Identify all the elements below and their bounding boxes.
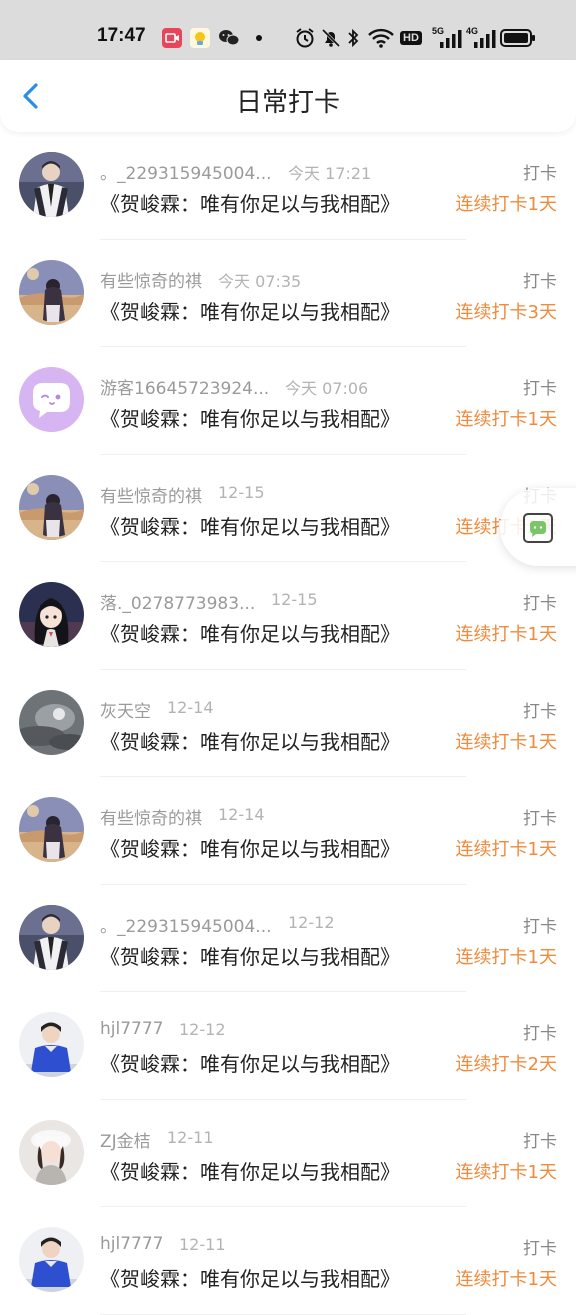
chat-bubble-avatar[interactable] [19,367,84,432]
checkin-label: 打卡 [523,1131,557,1152]
checkin-time: 12-14 [167,697,214,717]
checkin-row[interactable]: 有些惊奇的祺12-15《贺峻霖：唯有你足以与我相配》打卡连续打卡1天 [0,455,576,562]
app-notification-icon [190,28,210,48]
streak-badge: 连续打卡1天 [455,194,557,215]
checkin-label: 打卡 [523,379,557,399]
checkin-row[interactable]: 。_229315945004... 今天 17:21 《贺峻霖：唯有你足以与我相配》… [0,132,576,240]
checkin-row[interactable]: 有些惊奇的祺 今天 07:35 《贺峻霖：唯有你足以与我相配》 打卡连续打卡3天 [0,240,576,347]
book-title[interactable]: 《贺峻霖：唯有你足以与我相配》 [100,1263,400,1292]
book-title[interactable]: 《贺峻霖：唯有你足以与我相配》 [100,618,400,647]
boy-blue-shirt-avatar[interactable] [19,1227,84,1292]
checkin-time: 12-12 [179,1020,226,1039]
hd-label: HD [400,31,422,45]
checkin-label: 打卡 [523,1024,557,1044]
book-title[interactable]: 《贺峻霖：唯有你足以与我相配》 [100,403,400,432]
user-name[interactable]: hjl7777 [100,1019,163,1039]
screen-record-icon [162,28,182,48]
anime-girl-sky-avatar[interactable] [19,475,84,540]
checkin-list: 。_229315945004... 今天 17:21 《贺峻霖：唯有你足以与我相配》… [0,132,576,1315]
checkin-row[interactable]: 。_229315945004... 12-12 《贺峻霖：唯有你足以与我相配》 打卡连… [0,885,576,992]
book-title[interactable]: 《贺峻霖：唯有你足以与我相配》 [100,296,400,325]
portrait-boy-suit-avatar[interactable] [19,152,84,217]
book-title[interactable]: 《贺峻霖：唯有你足以与我相配》 [100,511,400,540]
checkin-label: 打卡 [523,1239,557,1259]
signal-5g-icon: 5G [432,26,462,48]
checkin-time: 今天 07:35 [218,271,302,291]
cartoon-girl-avatar[interactable] [19,582,84,647]
book-title[interactable]: 《贺峻霖：唯有你足以与我相配》 [100,941,400,970]
mute-icon [320,28,342,48]
streak-badge: 连续打卡1天 [455,624,557,645]
book-title[interactable]: 《贺峻霖：唯有你足以与我相配》 [100,1048,400,1077]
checkin-row[interactable]: hjl7777 12-12 《贺峻霖：唯有你足以与我相配》 打卡连续打卡2天 [0,992,576,1100]
checkin-label: 打卡 [523,916,557,937]
user-name[interactable]: ZJ金桔 [100,1127,151,1152]
streak-badge: 连续打卡2天 [455,1054,557,1075]
girl-white-hat-avatar[interactable] [19,1120,84,1185]
checkin-label: 打卡 [523,594,557,614]
book-title[interactable]: 《贺峻霖：唯有你足以与我相配》 [100,833,400,862]
streak-badge: 连续打卡1天 [455,839,557,860]
streak-badge: 连续打卡1天 [455,1269,557,1290]
hd-icon: HD [400,28,422,48]
page-title: 日常打卡 [235,88,340,118]
book-title[interactable]: 《贺峻霖：唯有你足以与我相配》 [100,188,400,217]
floating-chat-button[interactable] [500,488,576,566]
anime-girl-sky-avatar[interactable] [19,797,84,862]
book-title[interactable]: 《贺峻霖：唯有你足以与我相配》 [100,1156,400,1185]
book-title[interactable]: 《贺峻霖：唯有你足以与我相配》 [100,726,400,755]
battery-icon [500,28,536,48]
checkin-row[interactable]: 有些惊奇的祺 12-14 《贺峻霖：唯有你足以与我相配》 打卡连续打卡1天 [0,777,576,885]
wechat-icon [218,28,240,48]
checkin-time: 12-12 [288,912,335,932]
boy-blue-shirt-avatar[interactable] [19,1012,84,1077]
user-name[interactable]: 有些惊奇的祺 [100,267,202,292]
checkin-time: 12-15 [218,482,265,502]
user-name[interactable]: 游客16645723924... [100,374,269,399]
checkin-row[interactable]: 游客16645723924... 今天 07:06 《贺峻霖：唯有你足以与我相配》 打… [0,347,576,455]
user-name[interactable]: 。_229315945004... [100,912,272,937]
streak-badge: 连续打卡1天 [455,409,557,430]
status-time: 17:47 [97,25,146,46]
checkin-label: 打卡 [523,701,557,722]
page-header: 日常打卡 [0,60,576,132]
user-name[interactable]: hjl7777 [100,1234,163,1254]
dot-icon [254,28,264,48]
wifi-icon [368,28,394,48]
checkin-time: 今天 17:21 [288,164,372,183]
bluetooth-icon [346,28,360,48]
anime-girl-sky-avatar[interactable] [19,260,84,325]
user-name[interactable]: 落._0278773983... [100,589,255,614]
user-name[interactable]: 。_229315945004... [100,159,272,184]
checkin-row[interactable]: 落._0278773983... 12-15 《贺峻霖：唯有你足以与我相配》 打卡连续… [0,562,576,670]
row-divider [100,1313,466,1315]
alarm-icon [294,28,316,48]
checkin-row[interactable]: ZJ金桔 12-11 《贺峻霖：唯有你足以与我相配》 打卡连续打卡1天 [0,1100,576,1207]
status-bar: 17:47 HD 5G 4G [0,0,576,60]
checkin-label: 打卡 [523,809,557,829]
checkin-label: 打卡 [523,271,557,292]
streak-badge: 连续打卡1天 [455,1161,557,1183]
user-name[interactable]: 有些惊奇的祺 [100,482,202,507]
streak-badge: 连续打卡1天 [455,731,557,753]
signal-4g-icon: 4G [466,26,496,48]
checkin-time: 12-14 [218,805,265,824]
checkin-time: 12-15 [271,590,318,609]
user-name[interactable]: 灰天空 [100,697,151,722]
user-name[interactable]: 有些惊奇的祺 [100,804,202,829]
grey-sky-avatar[interactable] [19,690,84,755]
streak-badge: 连续打卡3天 [455,301,557,323]
checkin-time: 12-11 [167,1127,214,1147]
streak-badge: 连续打卡1天 [455,946,557,968]
checkin-row[interactable]: 灰天空 12-14 《贺峻霖：唯有你足以与我相配》 打卡连续打卡1天 [0,670,576,777]
checkin-label: 打卡 [523,164,557,184]
checkin-row[interactable]: hjl7777 12-11 《贺峻霖：唯有你足以与我相配》 打卡连续打卡1天 [0,1207,576,1315]
checkin-time: 12-11 [179,1235,226,1254]
portrait-boy-suit-avatar[interactable] [19,905,84,970]
checkin-time: 今天 07:06 [285,379,369,398]
chat-float-icon [523,513,553,543]
